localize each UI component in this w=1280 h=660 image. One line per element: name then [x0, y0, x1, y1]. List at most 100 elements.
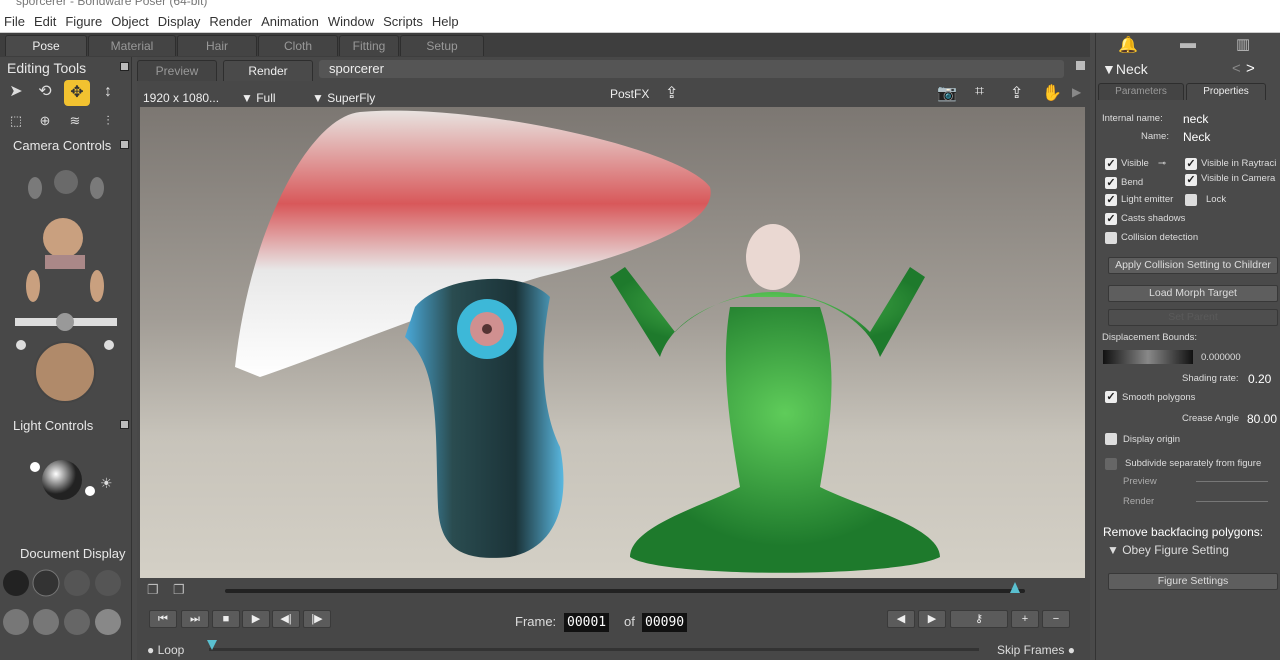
loop-toggle[interactable]: ● Loop	[147, 643, 184, 657]
panel-menu-icon[interactable]	[120, 62, 129, 71]
go-to-start-button[interactable]: ⏮	[149, 610, 177, 628]
menu-render[interactable]: Render	[209, 14, 252, 29]
layer-icon[interactable]: ❐	[147, 582, 159, 598]
play-range-start-handle[interactable]	[207, 640, 217, 650]
prev-key-button[interactable]: ⏭	[181, 610, 209, 628]
visible-checkbox[interactable]: ✓	[1105, 158, 1117, 170]
total-frames-field[interactable]: 00090	[642, 613, 688, 632]
crease-angle-value[interactable]: 80.00	[1247, 412, 1277, 426]
room-tab-pose[interactable]: Pose	[5, 35, 87, 56]
menu-edit[interactable]: Edit	[34, 14, 56, 29]
step-back-button[interactable]: ◀|	[272, 610, 300, 628]
visible-raytracing-checkbox[interactable]: ✓	[1185, 158, 1197, 170]
camera-icon[interactable]: 📷	[937, 83, 957, 103]
menu-help[interactable]: Help	[432, 14, 459, 29]
postfx-button[interactable]: PostFX	[610, 87, 649, 101]
export-icon[interactable]: ⇪	[665, 83, 678, 103]
room-tab-cloth[interactable]: Cloth	[258, 35, 338, 56]
menu-display[interactable]: Display	[158, 14, 201, 29]
load-morph-target-button[interactable]: Load Morph Target	[1108, 285, 1278, 302]
collision-detection-checkbox[interactable]	[1105, 232, 1117, 244]
taper-tool-icon[interactable]: ⬚	[5, 110, 27, 132]
displacement-value[interactable]: 0.000000	[1201, 352, 1241, 363]
select-tool-icon[interactable]: ➤	[5, 81, 27, 103]
library-icon[interactable]: ▥	[1236, 35, 1250, 53]
panel-menu-icon[interactable]	[120, 420, 129, 429]
more-arrow-icon[interactable]: ▶	[1072, 85, 1081, 99]
scale-tool-icon[interactable]: ↕	[97, 81, 119, 103]
room-tab-setup[interactable]: Setup	[400, 35, 484, 56]
prev-keyframe-button[interactable]: ◀	[887, 610, 915, 628]
panel-menu-icon[interactable]	[120, 140, 129, 149]
rotate-tool-icon[interactable]: ⟲	[34, 81, 56, 103]
frame-label: Frame:	[515, 614, 557, 629]
panel-menu-icon[interactable]	[1076, 61, 1085, 70]
keyframes-button[interactable]: ⚷	[950, 610, 1008, 628]
remove-keyframe-button[interactable]: −	[1042, 610, 1070, 628]
menu-object[interactable]: Object	[111, 14, 149, 29]
display-origin-checkbox[interactable]	[1105, 433, 1117, 445]
next-keyframe-button[interactable]: ▶	[918, 610, 946, 628]
bend-checkbox[interactable]: ✓	[1105, 177, 1117, 189]
bell-icon[interactable]: 🔔	[1118, 35, 1138, 55]
menu-window[interactable]: Window	[328, 14, 374, 29]
menu-file[interactable]: File	[4, 14, 25, 29]
render-subdiv-slider[interactable]	[1196, 501, 1268, 502]
light-controls-widget[interactable]: ☀	[25, 455, 120, 505]
backfacing-dropdown[interactable]: ▼ Obey Figure Setting	[1107, 543, 1229, 557]
share-icon[interactable]: ⇪	[1010, 83, 1023, 103]
layer-icon[interactable]: ❐	[173, 582, 185, 598]
room-tab-fitting[interactable]: Fitting	[339, 35, 399, 56]
direct-manip-tool-icon[interactable]: ⫶	[97, 110, 119, 132]
resolution-dropdown[interactable]: 1920 x 1080...	[143, 91, 219, 105]
area-render-icon[interactable]: ⌗	[975, 83, 984, 101]
stop-button[interactable]: ■	[212, 610, 240, 628]
preview-subdiv-slider[interactable]	[1196, 481, 1268, 482]
set-parent-button[interactable]: Set Parent	[1108, 309, 1278, 326]
camera-controls-widget[interactable]	[5, 160, 127, 410]
hand-icon[interactable]: ✋	[1042, 83, 1062, 103]
prev-actor-icon[interactable]: <	[1232, 60, 1241, 77]
chain-tool-icon[interactable]: ⊕	[34, 110, 56, 132]
scrubber-handle[interactable]	[1010, 582, 1020, 593]
displacement-dial[interactable]	[1103, 350, 1193, 364]
room-tab-hair[interactable]: Hair	[177, 35, 257, 56]
visible-camera-checkbox[interactable]: ✓	[1185, 174, 1197, 186]
play-button[interactable]: ▶	[242, 610, 270, 628]
timeline-scrubber[interactable]	[225, 589, 1025, 593]
apply-collision-button[interactable]: Apply Collision Setting to Childrer	[1108, 257, 1278, 274]
lock-checkbox[interactable]	[1185, 194, 1197, 206]
render-subdiv-label: Render	[1123, 496, 1155, 507]
menu-figure[interactable]: Figure	[65, 14, 102, 29]
next-actor-icon[interactable]: >	[1246, 60, 1255, 77]
actor-dropdown[interactable]: ▼Neck	[1102, 61, 1148, 77]
smooth-polygons-checkbox[interactable]: ✓	[1105, 391, 1117, 403]
menu-animation[interactable]: Animation	[261, 14, 319, 29]
camera-controls-header: Camera Controls	[0, 138, 132, 156]
render-size-dropdown[interactable]: ▼ Full	[241, 91, 276, 105]
name-field[interactable]: Neck	[1183, 130, 1210, 144]
subdivide-checkbox[interactable]	[1105, 458, 1117, 470]
renderer-dropdown[interactable]: ▼ SuperFly	[312, 91, 375, 105]
tab-render[interactable]: Render	[223, 60, 313, 81]
menu-scripts[interactable]: Scripts	[383, 14, 423, 29]
add-keyframe-button[interactable]: +	[1011, 610, 1039, 628]
light-emitter-checkbox[interactable]: ✓	[1105, 194, 1117, 206]
twist-tool-icon[interactable]: ≋	[64, 110, 86, 132]
shading-rate-value[interactable]: 0.20	[1248, 372, 1271, 386]
play-range-slider[interactable]	[209, 648, 979, 651]
room-tab-material[interactable]: Material	[88, 35, 176, 56]
scene-name-field[interactable]: sporcerer	[319, 60, 1064, 78]
step-forward-button[interactable]: |▶	[303, 610, 331, 628]
figure-settings-button[interactable]: Figure Settings	[1108, 573, 1278, 590]
current-frame-field[interactable]: 00001	[564, 613, 610, 632]
tab-preview[interactable]: Preview	[137, 60, 217, 81]
chat-icon[interactable]: ▬	[1180, 35, 1196, 53]
skip-frames-toggle[interactable]: Skip Frames ●	[997, 643, 1075, 657]
casts-shadows-checkbox[interactable]: ✓	[1105, 213, 1117, 225]
display-styles-palette[interactable]	[0, 567, 128, 660]
translate-tool-icon[interactable]: ✥	[64, 80, 90, 106]
tab-properties[interactable]: Properties	[1186, 83, 1266, 100]
render-canvas[interactable]	[140, 107, 1085, 578]
tab-parameters[interactable]: Parameters	[1098, 83, 1184, 100]
